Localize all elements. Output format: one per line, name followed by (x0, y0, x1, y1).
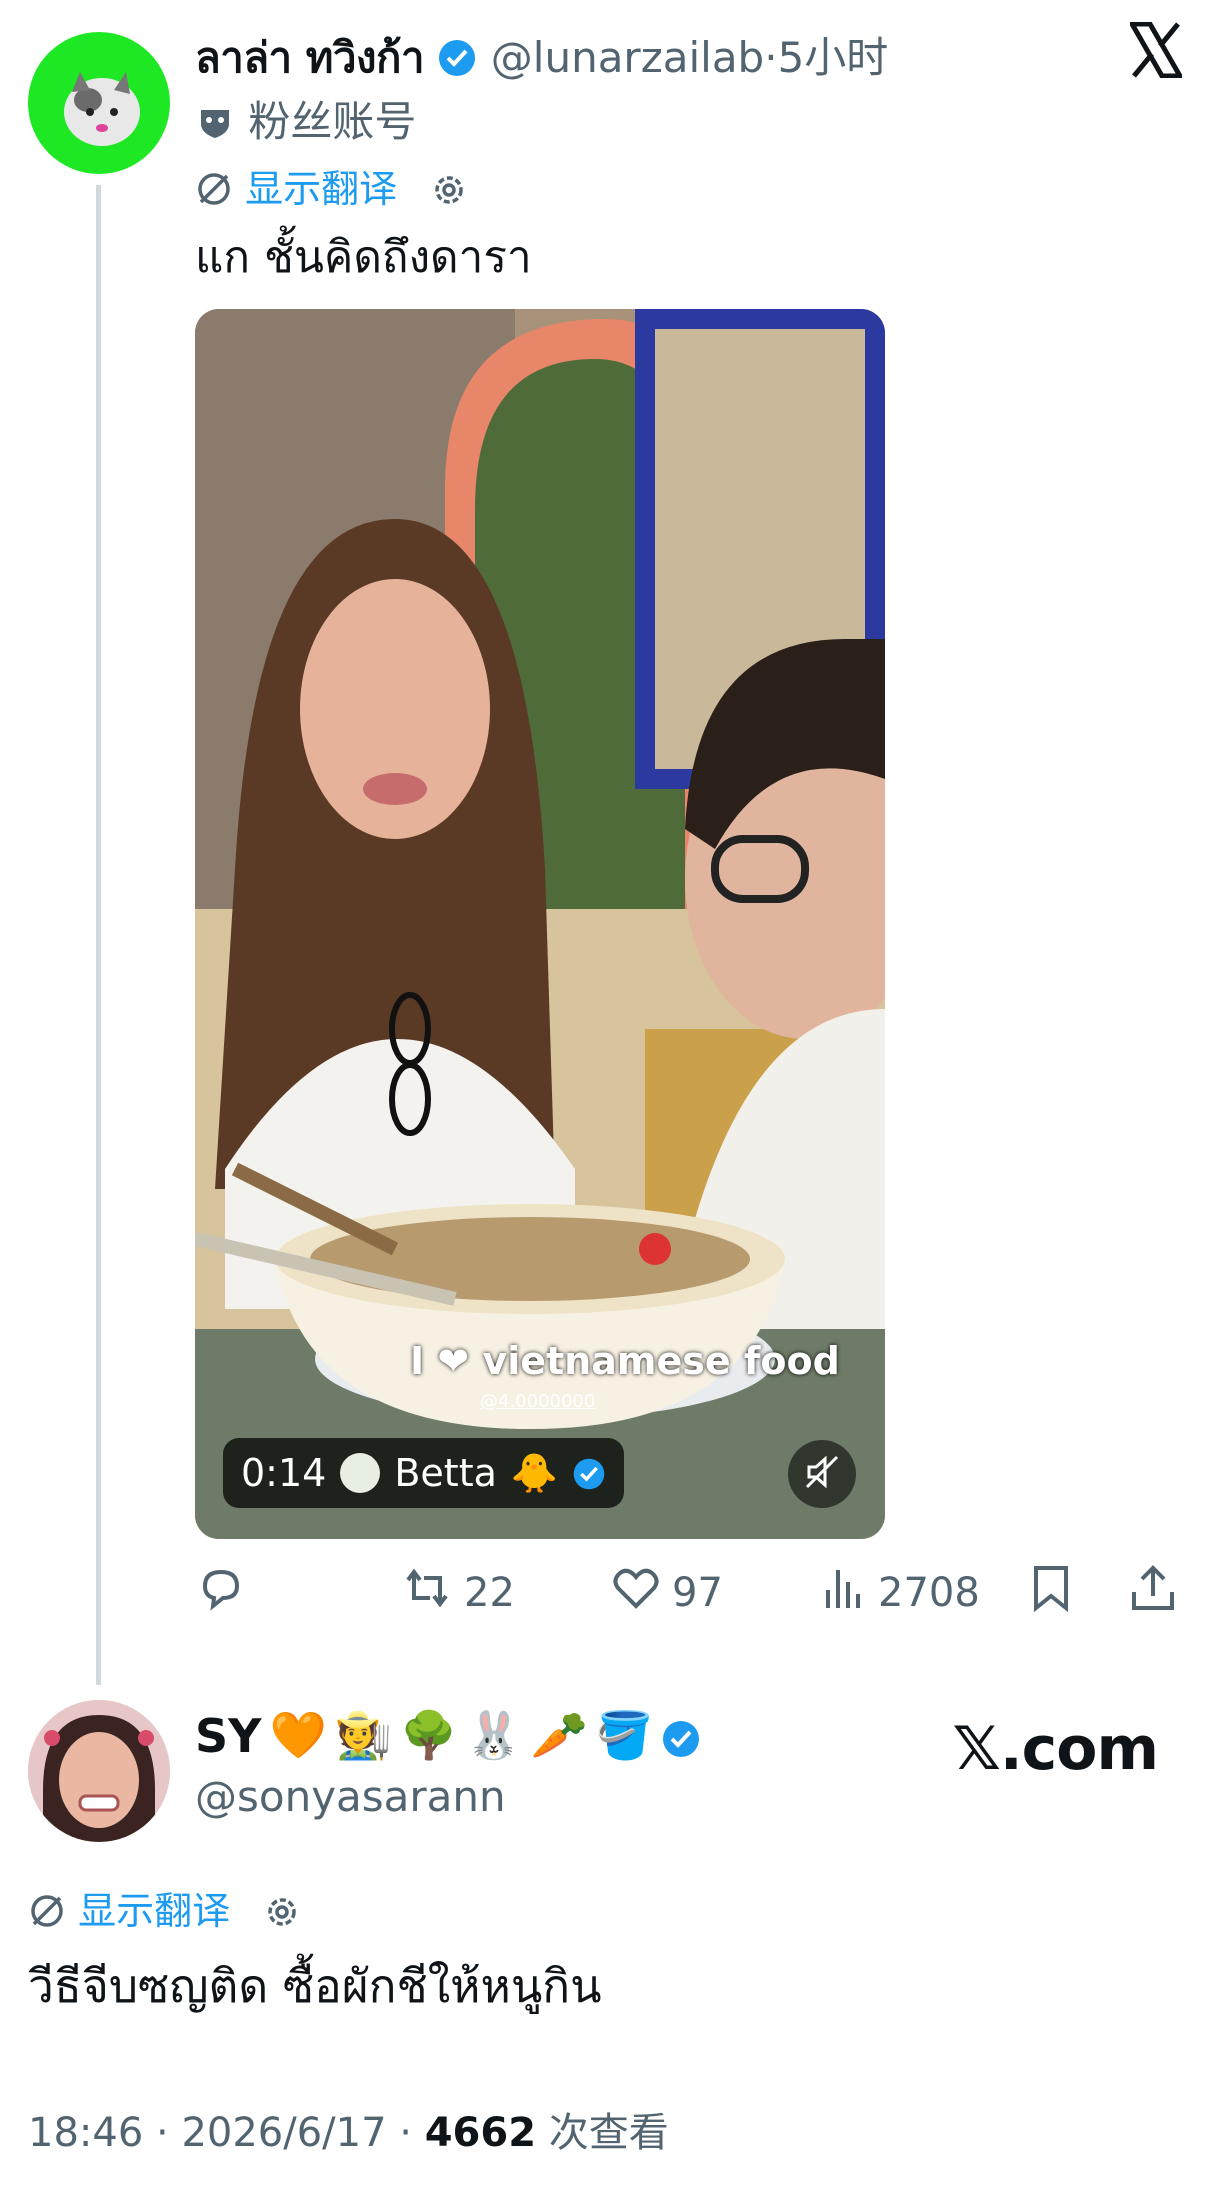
creator-avatar (340, 1453, 381, 1493)
retweet-button[interactable]: 22 (400, 1565, 515, 1621)
translate-row: 显示翻译 (28, 1880, 302, 1935)
video-overlay-text: I ❤ vietnamese food (410, 1339, 840, 1383)
reply-icon (195, 1562, 247, 1624)
name-emoji: 🥕 (530, 1708, 588, 1762)
creator-name: Betta (394, 1451, 497, 1495)
view-count: 4662 (424, 2110, 537, 2156)
views-count: 2708 (878, 1570, 980, 1616)
views-button[interactable]: 2708 (822, 1565, 980, 1621)
thread-connector-line (96, 185, 101, 1685)
verified-badge-icon (572, 1456, 606, 1490)
name-emoji: 🧡 (269, 1708, 327, 1762)
retweet-icon (400, 1562, 454, 1624)
avatar[interactable] (28, 32, 170, 174)
x-logo-icon[interactable] (1127, 21, 1185, 79)
tweet-text: วีธีจีบซญติด ซื้อผักชีให้หนูกิน (28, 1959, 602, 2013)
video-duration: 0:14 (241, 1451, 327, 1495)
tweet-time[interactable]: 18:46 (28, 2110, 143, 2156)
heart-icon (610, 1562, 662, 1624)
show-translation-link[interactable]: 显示翻译 (245, 167, 397, 211)
tweet-header: ลาล่า ทวิงก้า @lunarzailab·5小时 (195, 24, 888, 91)
view-label: 次查看 (548, 2110, 669, 2156)
video-overlay-subtext: @4.0000000 (480, 1391, 596, 1412)
separator-dot: · (764, 33, 778, 82)
video-info-pill[interactable]: 0:14 Betta 🐥 (223, 1438, 625, 1508)
verified-badge-icon (437, 38, 477, 78)
handle[interactable]: @lunarzailab (491, 33, 764, 82)
mute-button[interactable] (788, 1440, 856, 1508)
gear-icon[interactable] (429, 167, 469, 211)
name-emoji: 🐰 (465, 1708, 523, 1762)
display-name[interactable]: SY (195, 1709, 261, 1763)
gear-icon[interactable] (262, 1889, 302, 1933)
avatar[interactable] (28, 1700, 170, 1842)
fan-account-label: 粉丝账号 (195, 88, 416, 149)
handle[interactable]: @sonyasarann (195, 1772, 506, 1821)
tweet-meta: 18:46 · 2026/6/17 · 4662 次查看 (28, 2110, 669, 2156)
mute-icon (803, 1453, 841, 1495)
quote-header: SY 🧡 🧑‍🌾 🌳 🐰 🥕 🪣 (195, 1708, 701, 1763)
mask-icon (195, 97, 248, 146)
views-icon (822, 1562, 868, 1624)
name-emoji: 🪣 (595, 1708, 654, 1762)
share-button[interactable] (1128, 1565, 1178, 1621)
like-button[interactable]: 97 (610, 1565, 723, 1621)
bookmark-button[interactable] (1028, 1565, 1074, 1621)
translate-icon (195, 167, 245, 211)
name-emoji: 🧑‍🌾 (334, 1708, 393, 1762)
translate-icon (28, 1889, 78, 1933)
tweet-text: แก ชั้นคิดถึงดารา (195, 232, 532, 283)
reply-button[interactable] (195, 1565, 247, 1621)
retweet-count: 22 (464, 1570, 515, 1616)
show-translation-link[interactable]: 显示翻译 (78, 1889, 230, 1933)
timestamp[interactable]: 5小时 (778, 33, 889, 82)
verified-badge-icon (661, 1716, 701, 1757)
name-emoji: 🌳 (400, 1708, 458, 1762)
share-icon (1128, 1562, 1178, 1624)
bookmark-icon (1028, 1562, 1074, 1624)
like-count: 97 (672, 1570, 723, 1616)
creator-emoji: 🐥 (510, 1450, 559, 1495)
translate-row: 显示翻译 (195, 158, 469, 213)
video-media[interactable]: I ❤ vietnamese food @4.0000000 (195, 309, 885, 1539)
tweet-date[interactable]: 2026/6/17 (181, 2110, 386, 2156)
watermark: 𝕏.com (952, 1714, 1159, 1784)
display-name[interactable]: ลาล่า ทวิงก้า (195, 33, 425, 82)
